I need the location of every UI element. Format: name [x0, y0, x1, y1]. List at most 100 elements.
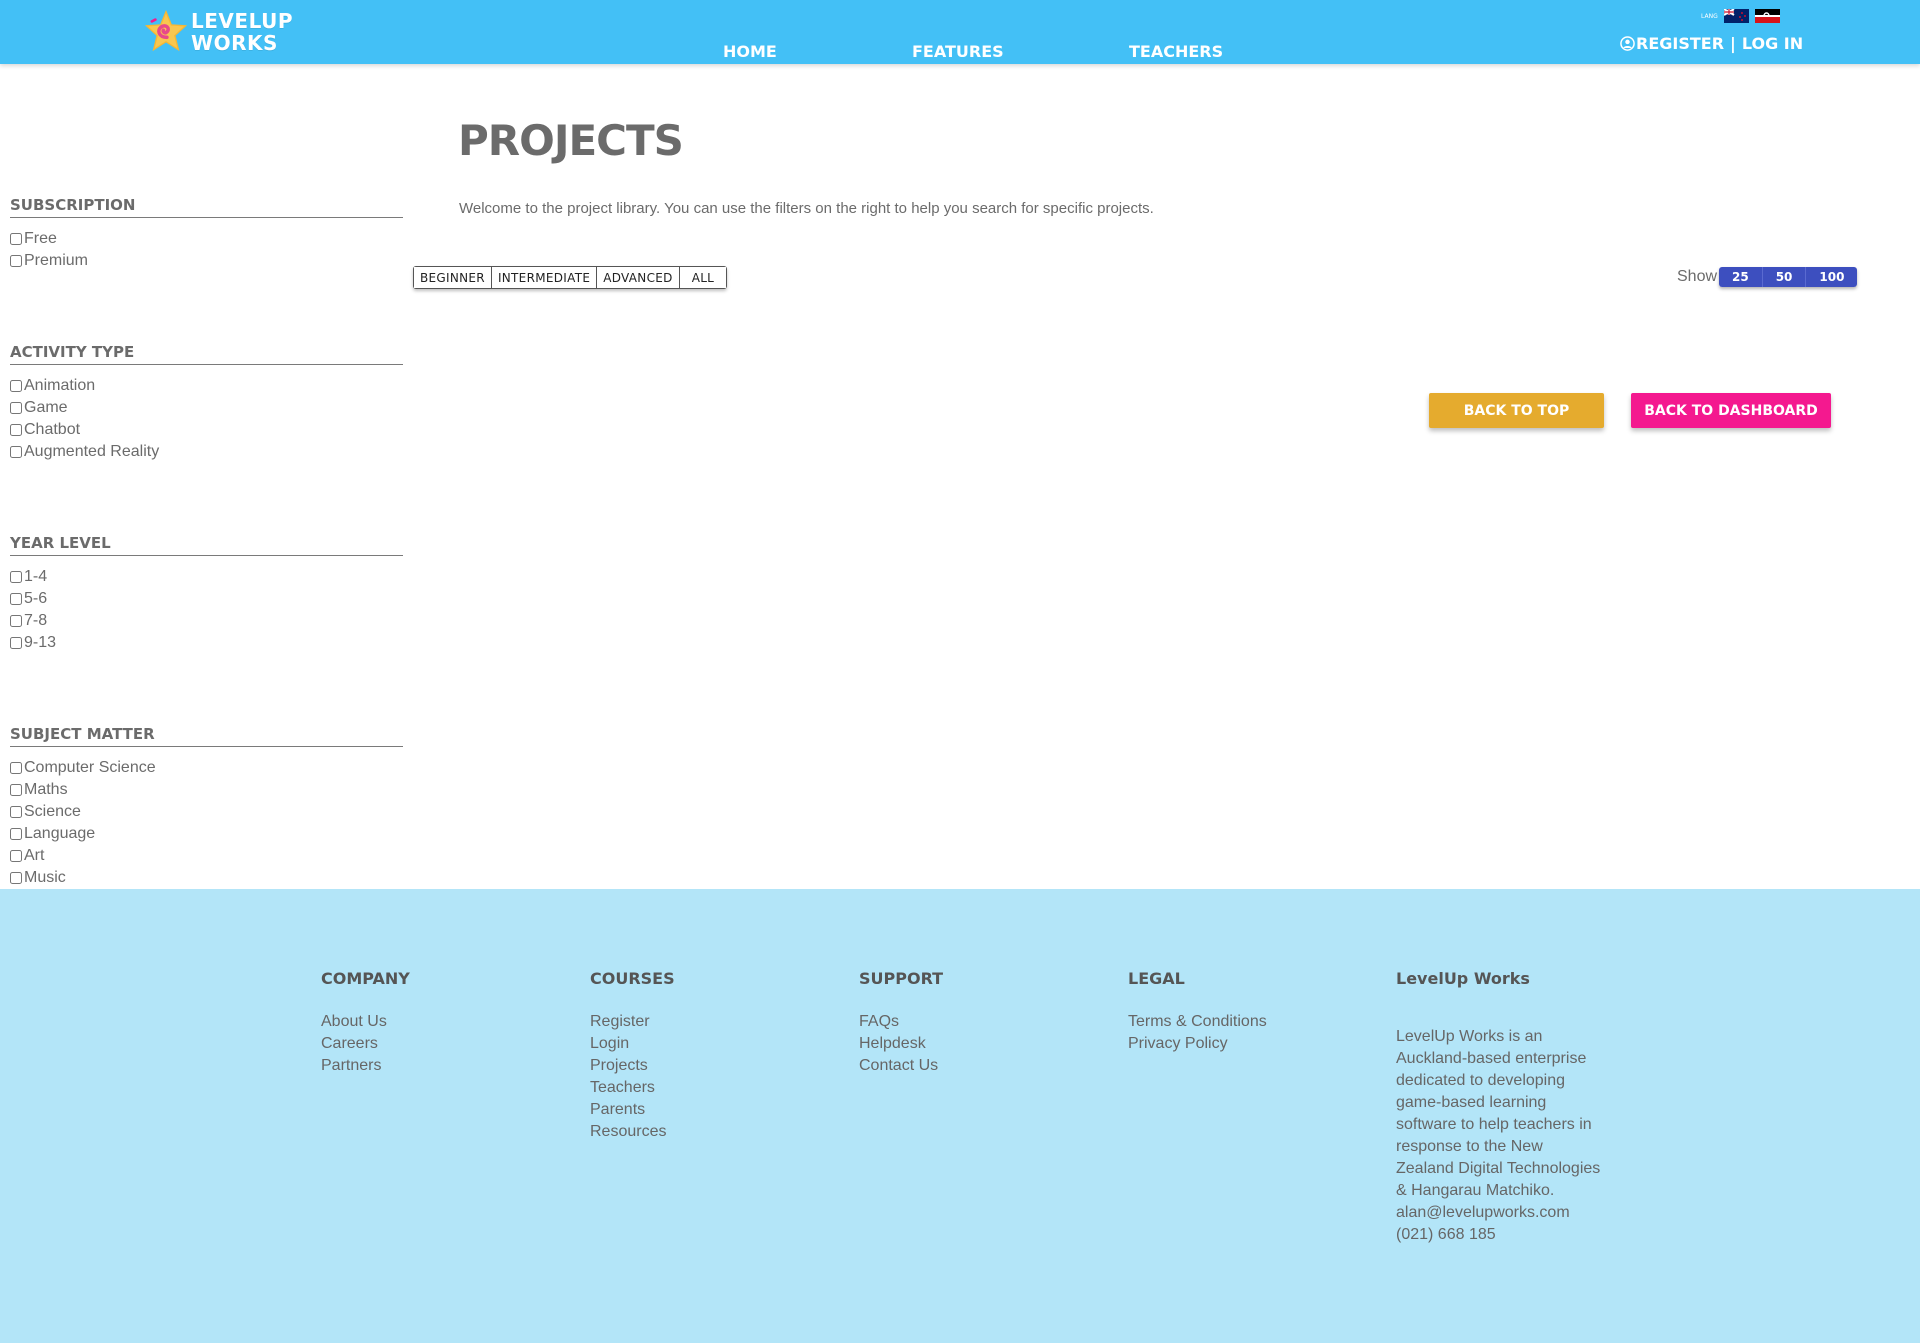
- option-label: Premium: [24, 252, 89, 269]
- footer-heading: LevelUp Works: [1396, 969, 1530, 988]
- checkbox[interactable]: [10, 571, 22, 583]
- footer-link-register[interactable]: Register: [590, 1011, 800, 1033]
- nav-teachers[interactable]: TEACHERS: [1129, 42, 1223, 61]
- footer-legal-column: LEGAL Terms & Conditions Privacy Policy: [1128, 969, 1338, 1055]
- filter-list: Free Premium: [10, 228, 403, 272]
- footer-heading: SUPPORT: [859, 969, 944, 988]
- site-header: LEVELUP WORKS HOME FEATURES TEACHERS LAN…: [0, 0, 1920, 64]
- star-logo-icon: [144, 9, 188, 52]
- nav-home[interactable]: HOME: [723, 42, 777, 61]
- footer-link-projects[interactable]: Projects: [590, 1055, 800, 1077]
- filter-option-music: Music: [10, 867, 403, 889]
- tino-rangatiratanga-flag-icon[interactable]: [1754, 9, 1780, 23]
- filter-option-game: Game: [10, 397, 403, 419]
- checkbox[interactable]: [10, 615, 22, 627]
- level-advanced-button[interactable]: ADVANCED: [597, 267, 680, 288]
- logo-line-2: WORKS: [191, 31, 278, 55]
- footer-link-privacy[interactable]: Privacy Policy: [1128, 1033, 1338, 1055]
- footer-courses-column: COURSES Register Login Projects Teachers…: [590, 969, 800, 1143]
- show-100-button[interactable]: 100: [1806, 267, 1858, 287]
- level-all-button[interactable]: ALL: [679, 267, 727, 288]
- nav-features[interactable]: FEATURES: [912, 42, 1004, 61]
- option-label: 7-8: [24, 612, 48, 629]
- footer-heading: COMPANY: [321, 969, 410, 988]
- footer-company-column: COMPANY About Us Careers Partners: [321, 969, 531, 1077]
- option-label: Animation: [24, 377, 96, 394]
- levelup-works-logo[interactable]: LEVELUP WORKS: [143, 4, 293, 60]
- footer-email[interactable]: alan@levelupworks.com: [1396, 1202, 1616, 1224]
- login-link[interactable]: LOG IN: [1742, 34, 1803, 53]
- intro-text: Welcome to the project library. You can …: [459, 200, 1154, 217]
- checkbox[interactable]: [10, 402, 22, 414]
- footer-heading: LEGAL: [1128, 969, 1185, 988]
- checkbox[interactable]: [10, 850, 22, 862]
- option-label: Augmented Reality: [24, 443, 160, 460]
- footer-link-terms[interactable]: Terms & Conditions: [1128, 1011, 1338, 1033]
- level-intermediate-button[interactable]: INTERMEDIATE: [491, 267, 598, 288]
- filter-subject-matter: SUBJECT MATTER Computer Science Maths Sc…: [10, 725, 403, 889]
- show-25-button[interactable]: 25: [1719, 267, 1763, 287]
- footer-link-resources[interactable]: Resources: [590, 1121, 800, 1143]
- option-label: 1-4: [24, 568, 48, 585]
- checkbox[interactable]: [10, 233, 22, 245]
- level-filter-group: BEGINNER INTERMEDIATE ADVANCED ALL: [413, 266, 728, 289]
- user-icon: [1620, 36, 1635, 51]
- auth-separator: |: [1730, 34, 1736, 53]
- option-label: Game: [24, 399, 68, 416]
- checkbox[interactable]: [10, 593, 22, 605]
- filter-option-premium: Premium: [10, 250, 403, 272]
- checkbox[interactable]: [10, 446, 22, 458]
- filter-title: YEAR LEVEL: [10, 534, 403, 556]
- filter-option-augmented-reality: Augmented Reality: [10, 441, 403, 463]
- footer-link-teachers[interactable]: Teachers: [590, 1077, 800, 1099]
- footer-link-about-us[interactable]: About Us: [321, 1011, 531, 1033]
- back-to-dashboard-button[interactable]: BACK TO DASHBOARD: [1631, 393, 1831, 428]
- site-footer: COMPANY About Us Careers Partners COURSE…: [0, 889, 1920, 1343]
- checkbox[interactable]: [10, 762, 22, 774]
- checkbox[interactable]: [10, 806, 22, 818]
- option-label: Science: [24, 803, 81, 820]
- checkbox[interactable]: [10, 828, 22, 840]
- filter-list: 1-4 5-6 7-8 9-13: [10, 566, 403, 654]
- level-beginner-button[interactable]: BEGINNER: [414, 267, 492, 288]
- footer-heading: COURSES: [590, 969, 675, 988]
- footer-link-contact-us[interactable]: Contact Us: [859, 1055, 1069, 1077]
- checkbox[interactable]: [10, 255, 22, 267]
- page-size-group: 25 50 100: [1719, 267, 1858, 287]
- checkbox[interactable]: [10, 424, 22, 436]
- checkbox[interactable]: [10, 380, 22, 392]
- footer-link-login[interactable]: Login: [590, 1033, 800, 1055]
- footer-about-column: LevelUp Works LevelUp Works is an Auckla…: [1396, 969, 1616, 1246]
- filter-list: Animation Game Chatbot Augmented Reality: [10, 375, 403, 463]
- filter-year-level: YEAR LEVEL 1-4 5-6 7-8 9-13: [10, 534, 403, 654]
- filter-option-animation: Animation: [10, 375, 403, 397]
- footer-about-text: LevelUp Works is an Auckland-based enter…: [1396, 1028, 1601, 1199]
- footer-link-careers[interactable]: Careers: [321, 1033, 531, 1055]
- register-link[interactable]: REGISTER: [1636, 34, 1724, 53]
- footer-support-column: SUPPORT FAQs Helpdesk Contact Us: [859, 969, 1069, 1077]
- footer-phone: (021) 668 185: [1396, 1226, 1496, 1243]
- logo-wordmark: LEVELUP WORKS: [191, 10, 293, 54]
- filter-option-year-1-4: 1-4: [10, 566, 403, 588]
- filter-option-art: Art: [10, 845, 403, 867]
- footer-link-parents[interactable]: Parents: [590, 1099, 800, 1121]
- footer-link-helpdesk[interactable]: Helpdesk: [859, 1033, 1069, 1055]
- option-label: Free: [24, 230, 57, 247]
- filter-option-language: Language: [10, 823, 403, 845]
- filter-title: SUBSCRIPTION: [10, 196, 403, 218]
- footer-link-faqs[interactable]: FAQs: [859, 1011, 1069, 1033]
- page-title: PROJECTS: [458, 116, 684, 165]
- filter-option-year-7-8: 7-8: [10, 610, 403, 632]
- new-zealand-flag-icon[interactable]: [1723, 9, 1749, 23]
- checkbox[interactable]: [10, 784, 22, 796]
- filter-activity-type: ACTIVITY TYPE Animation Game Chatbot Aug…: [10, 343, 403, 463]
- checkbox[interactable]: [10, 872, 22, 884]
- filter-option-chatbot: Chatbot: [10, 419, 403, 441]
- checkbox[interactable]: [10, 637, 22, 649]
- show-50-button[interactable]: 50: [1762, 267, 1807, 287]
- back-to-top-button[interactable]: BACK TO TOP: [1429, 393, 1604, 428]
- option-label: Music: [24, 869, 66, 886]
- lang-label: LANG: [1701, 12, 1718, 20]
- filter-title: SUBJECT MATTER: [10, 725, 403, 747]
- footer-link-partners[interactable]: Partners: [321, 1055, 531, 1077]
